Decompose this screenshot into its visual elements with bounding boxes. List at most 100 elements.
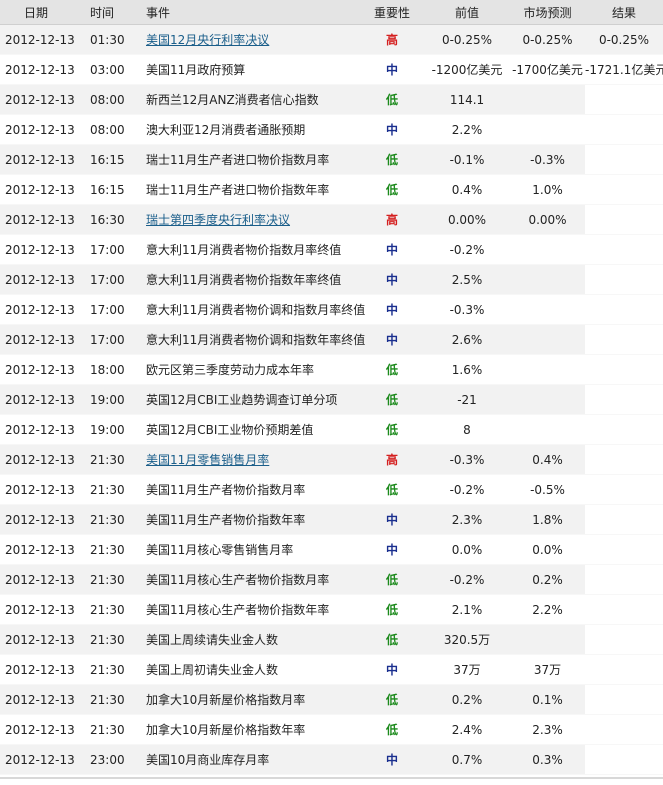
cell-date: 2012-12-13 xyxy=(0,144,88,175)
cell-result xyxy=(585,114,663,145)
cell-forecast xyxy=(510,414,585,445)
cell-previous: 2.5% xyxy=(424,264,510,295)
cell-result xyxy=(585,654,663,685)
header-result: 结果 xyxy=(585,0,663,25)
cell-forecast: 0.4% xyxy=(510,444,585,475)
cell-event: 意大利11月消费者物价指数年率终值 xyxy=(136,264,360,295)
cell-date: 2012-12-13 xyxy=(0,654,88,685)
cell-time: 21:30 xyxy=(88,654,136,685)
cell-date: 2012-12-13 xyxy=(0,114,88,145)
cell-time: 23:00 xyxy=(88,744,136,775)
table-body: 2012-12-13 01:30 美国12月央行利率决议高 0-0.25% 0-0.25… xyxy=(0,24,663,775)
cell-time: 16:15 xyxy=(88,144,136,175)
cell-event: 美国上周初请失业金人数 xyxy=(136,654,360,685)
cell-date: 2012-12-13 xyxy=(0,504,88,535)
cell-forecast: 2.3% xyxy=(510,714,585,745)
table-row: 2012-12-13 23:00 美国10月商业库存月率中 0.7% 0.3% xyxy=(0,744,663,775)
cell-forecast: -0.5% xyxy=(510,474,585,505)
cell-date: 2012-12-13 xyxy=(0,714,88,745)
table-row: 2012-12-13 08:00 新西兰12月ANZ消费者信心指数低 114.1 xyxy=(0,84,663,115)
cell-date: 2012-12-13 xyxy=(0,564,88,595)
cell-date: 2012-12-13 xyxy=(0,624,88,655)
event-link[interactable]: 美国12月央行利率决议 xyxy=(146,33,269,47)
cell-previous: 2.1% xyxy=(424,594,510,625)
cell-time: 17:00 xyxy=(88,294,136,325)
cell-time: 21:30 xyxy=(88,624,136,655)
cell-result xyxy=(585,384,663,415)
cell-event: 加拿大10月新屋价格指数年率 xyxy=(136,714,360,745)
cell-result xyxy=(585,174,663,205)
cell-time: 17:00 xyxy=(88,324,136,355)
cell-time: 16:30 xyxy=(88,204,136,235)
table-header: 日期 时间 事件 重要性 前值 市场预测 结果 xyxy=(0,0,663,25)
table-row: 2012-12-13 21:30 加拿大10月新屋价格指数年率低 2.4% 2.3% xyxy=(0,714,663,745)
cell-event: 美国上周续请失业金人数 xyxy=(136,624,360,655)
cell-result xyxy=(585,564,663,595)
cell-date: 2012-12-13 xyxy=(0,474,88,505)
cell-date: 2012-12-13 xyxy=(0,324,88,355)
economic-calendar-table: 日期 时间 事件 重要性 前值 市场预测 结果 2012-12-13 01:30 美… xyxy=(0,0,663,775)
cell-result xyxy=(585,84,663,115)
cell-previous: 2.4% xyxy=(424,714,510,745)
cell-event: 美国10月商业库存月率 xyxy=(136,744,360,775)
cell-result xyxy=(585,144,663,175)
cell-importance: 高 xyxy=(360,24,424,55)
cell-date: 2012-12-13 xyxy=(0,84,88,115)
cell-date: 2012-12-13 xyxy=(0,744,88,775)
cell-forecast xyxy=(510,264,585,295)
cell-result: 0-0.25% xyxy=(585,24,663,55)
cell-forecast xyxy=(510,234,585,265)
cell-importance: 中 xyxy=(360,294,424,325)
cell-forecast xyxy=(510,384,585,415)
cell-importance: 中 xyxy=(360,234,424,265)
header-row: 日期 时间 事件 重要性 前值 市场预测 结果 xyxy=(0,0,663,25)
cell-time: 21:30 xyxy=(88,444,136,475)
cell-result xyxy=(585,474,663,505)
cell-time: 21:30 xyxy=(88,504,136,535)
cell-time: 01:30 xyxy=(88,24,136,55)
cell-result xyxy=(585,504,663,535)
cell-previous: -0.2% xyxy=(424,564,510,595)
cell-forecast xyxy=(510,84,585,115)
cell-previous: 114.1 xyxy=(424,84,510,115)
cell-previous: 0.0% xyxy=(424,534,510,565)
cell-importance: 低 xyxy=(360,174,424,205)
cell-forecast: 1.8% xyxy=(510,504,585,535)
cell-result xyxy=(585,324,663,355)
cell-importance: 低 xyxy=(360,594,424,625)
cell-previous: -1200亿美元 xyxy=(424,54,510,85)
cell-time: 21:30 xyxy=(88,594,136,625)
cell-previous: -0.2% xyxy=(424,234,510,265)
cell-date: 2012-12-13 xyxy=(0,594,88,625)
cell-event: 英国12月CBI工业物价预期差值 xyxy=(136,414,360,445)
cell-event: 美国11月核心生产者物价指数月率 xyxy=(136,564,360,595)
cell-date: 2012-12-13 xyxy=(0,534,88,565)
cell-time: 17:00 xyxy=(88,264,136,295)
cell-date: 2012-12-13 xyxy=(0,54,88,85)
cell-time: 08:00 xyxy=(88,114,136,145)
event-link[interactable]: 美国11月零售销售月率 xyxy=(146,453,269,467)
cell-date: 2012-12-13 xyxy=(0,384,88,415)
cell-event: 澳大利亚12月消费者通胀预期 xyxy=(136,114,360,145)
cell-forecast: -0.3% xyxy=(510,144,585,175)
cell-forecast: 0.3% xyxy=(510,744,585,775)
cell-result xyxy=(585,714,663,745)
event-link[interactable]: 瑞士第四季度央行利率决议 xyxy=(146,213,290,227)
cell-result xyxy=(585,354,663,385)
cell-forecast: 2.2% xyxy=(510,594,585,625)
table-row: 2012-12-13 21:30 美国11月核心生产者物价指数月率低 -0.2% 0.2… xyxy=(0,564,663,595)
cell-time: 21:30 xyxy=(88,714,136,745)
cell-forecast xyxy=(510,294,585,325)
table-row: 2012-12-13 16:15 瑞士11月生产者进口物价指数年率低 0.4% 1.0% xyxy=(0,174,663,205)
cell-importance: 低 xyxy=(360,684,424,715)
cell-result xyxy=(585,204,663,235)
table-row: 2012-12-13 21:30 美国11月核心零售销售月率中 0.0% 0.0% xyxy=(0,534,663,565)
cell-event: 瑞士11月生产者进口物价指数年率 xyxy=(136,174,360,205)
cell-result xyxy=(585,594,663,625)
cell-importance: 中 xyxy=(360,114,424,145)
cell-date: 2012-12-13 xyxy=(0,414,88,445)
cell-time: 19:00 xyxy=(88,384,136,415)
cell-date: 2012-12-13 xyxy=(0,234,88,265)
cell-previous: 0.00% xyxy=(424,204,510,235)
header-date: 日期 xyxy=(0,0,88,25)
